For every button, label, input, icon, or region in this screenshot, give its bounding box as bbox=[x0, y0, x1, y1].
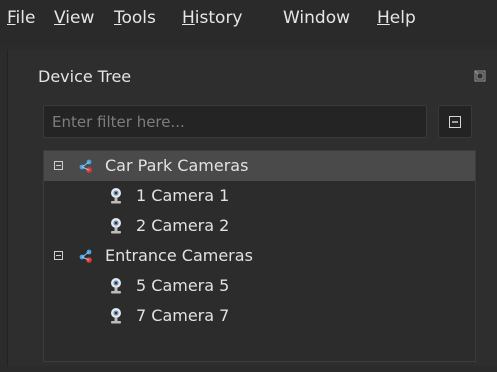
menu-help-mnemonic: H bbox=[377, 8, 390, 28]
webcam-icon bbox=[111, 308, 121, 324]
menu-file-mnemonic: F bbox=[7, 8, 16, 28]
collapse-all-icon bbox=[449, 115, 461, 128]
tree-group-car-park-cameras[interactable]: Car Park Cameras bbox=[44, 151, 475, 181]
menu-window-label: Window bbox=[283, 8, 351, 28]
webcam-icon bbox=[111, 218, 121, 234]
tree-item-label: 5 Camera 5 bbox=[136, 276, 230, 295]
webcam-icon bbox=[111, 188, 121, 204]
tree-group-label: Entrance Cameras bbox=[105, 246, 253, 265]
camera-group-icon bbox=[79, 159, 92, 173]
menu-file[interactable]: File bbox=[7, 0, 35, 40]
menu-history[interactable]: History bbox=[182, 0, 243, 40]
tree-group-label: Car Park Cameras bbox=[105, 156, 249, 175]
device-tree: Car Park Cameras 1 Camera 1 2 Camera 2 E… bbox=[43, 150, 476, 362]
menu-history-label: istory bbox=[194, 8, 243, 28]
menu-view[interactable]: View bbox=[54, 0, 94, 40]
menu-bar: File View Tools History Window Help bbox=[0, 0, 497, 44]
tree-item-camera-5[interactable]: 5 Camera 5 bbox=[44, 271, 475, 301]
tree-item-label: 7 Camera 7 bbox=[136, 306, 230, 325]
menu-tools-mnemonic: T bbox=[114, 8, 122, 28]
webcam-icon bbox=[111, 278, 121, 294]
filter-input[interactable] bbox=[43, 105, 427, 138]
menu-tools[interactable]: Tools bbox=[114, 0, 156, 40]
menu-view-mnemonic: V bbox=[54, 8, 66, 28]
tree-item-camera-7[interactable]: 7 Camera 7 bbox=[44, 301, 475, 331]
collapse-toggle-icon[interactable] bbox=[54, 251, 63, 260]
float-panel-icon[interactable] bbox=[474, 70, 486, 82]
device-tree-panel: Device Tree Enter filter here... Car Par… bbox=[7, 50, 497, 366]
collapse-toggle-icon[interactable] bbox=[54, 161, 63, 170]
tree-item-camera-1[interactable]: 1 Camera 1 bbox=[44, 181, 475, 211]
menu-file-label: ile bbox=[15, 8, 36, 28]
menu-view-label: iew bbox=[65, 8, 95, 28]
menu-history-mnemonic: H bbox=[182, 8, 195, 28]
tree-group-entrance-cameras[interactable]: Entrance Cameras bbox=[44, 241, 475, 271]
collapse-all-button[interactable] bbox=[438, 105, 472, 138]
camera-group-icon bbox=[79, 249, 92, 263]
application-window: File View Tools History Window Help Devi… bbox=[0, 0, 497, 372]
tree-item-label: 2 Camera 2 bbox=[136, 216, 230, 235]
menu-help-label: elp bbox=[389, 8, 416, 28]
menu-help[interactable]: Help bbox=[377, 0, 416, 40]
tree-item-label: 1 Camera 1 bbox=[136, 186, 230, 205]
panel-title: Device Tree bbox=[38, 67, 132, 86]
tree-item-camera-2[interactable]: 2 Camera 2 bbox=[44, 211, 475, 241]
menu-window[interactable]: Window bbox=[283, 0, 350, 40]
menu-tools-label: ools bbox=[121, 8, 156, 28]
